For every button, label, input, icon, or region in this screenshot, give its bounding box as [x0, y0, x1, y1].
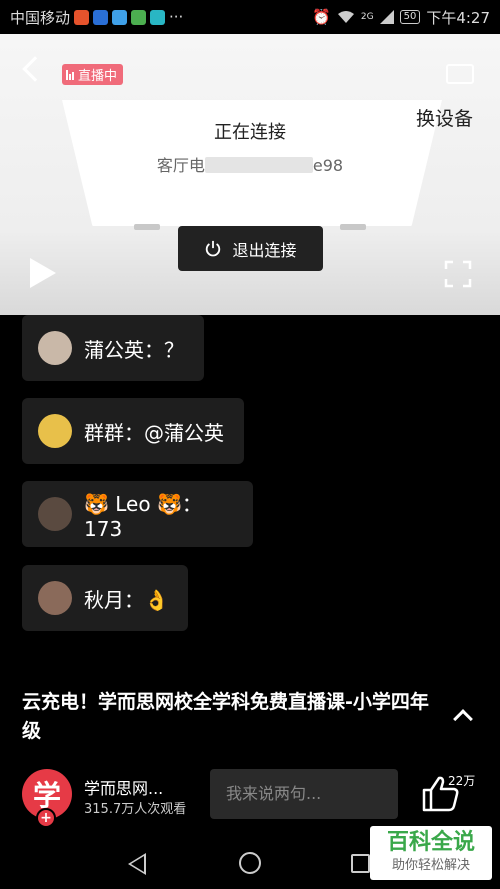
comment-item: 🐯 Leo 🐯：173 [22, 481, 253, 547]
chevron-up-icon[interactable] [453, 709, 473, 729]
live-bars-icon [66, 69, 74, 80]
wifi-icon [337, 11, 354, 23]
clock-label: 下午4:27 [426, 8, 490, 27]
more-notifications-icon: ··· [169, 8, 184, 26]
like-count: 22万 [448, 774, 476, 788]
disconnect-button[interactable]: 退出连接 [178, 226, 323, 271]
tv-device-name: 客厅电 e98 [0, 152, 500, 176]
carrier-label: 中国移动 [10, 8, 71, 27]
comment-input[interactable]: 我来说两句... [210, 769, 398, 819]
app-icon [112, 9, 128, 25]
comment-item: 秋月：👌 [22, 565, 188, 631]
tv-stand-right [340, 224, 366, 230]
live-badge-label: 直播中 [78, 69, 118, 84]
comment-item: 群群：@蒲公英 [22, 398, 244, 464]
nav-recent-apps-icon[interactable] [351, 854, 370, 873]
comment-text: 秋月：👌 [84, 587, 169, 612]
nav-back-icon-inner [131, 856, 144, 872]
watermark: 百科全说 助你轻松解决 [370, 826, 492, 880]
video-title: 云充电！学而思网校全学科免费直播课-小学四年级 [22, 691, 429, 742]
status-bar: 中国移动 ··· ⏰ 2G 50 下午4:27 [0, 0, 500, 34]
comment-text: 蒲公英：？ [84, 337, 184, 362]
tv-stand-left [134, 224, 160, 230]
power-icon [206, 240, 221, 256]
back-icon[interactable] [22, 56, 48, 82]
channel-name[interactable]: 学而思网... [84, 775, 163, 799]
weibo-icon [74, 9, 90, 25]
view-count: 315.7万人次观看 [84, 802, 187, 817]
browser-icon [150, 9, 166, 25]
nav-home-icon[interactable] [239, 852, 261, 874]
play-icon[interactable] [30, 258, 56, 288]
blurred-device-id [204, 157, 313, 173]
follow-button[interactable]: + [36, 808, 56, 828]
live-badge: 直播中 [62, 64, 124, 85]
comment-text: 群群：@蒲公英 [84, 420, 224, 445]
cast-tv-icon[interactable] [446, 64, 474, 84]
comment-item: 蒲公英：？ [22, 315, 204, 381]
avatar [38, 414, 72, 448]
play-store-icon [131, 9, 147, 25]
connection-status: 正在连接 [214, 122, 286, 143]
avatar [38, 497, 72, 531]
tv-name-prefix: 客厅电 [156, 156, 205, 175]
fullscreen-icon[interactable] [444, 260, 472, 288]
disconnect-label: 退出连接 [232, 240, 297, 260]
alarm-icon: ⏰ [312, 8, 331, 26]
avatar [38, 581, 72, 615]
video-player[interactable]: 直播中 换设备 正在连接 客厅电 e98 退出连接 [0, 34, 500, 315]
avatar [38, 331, 72, 365]
signal-icon [379, 10, 394, 24]
tv-name-suffix: e98 [312, 156, 344, 175]
watermark-sub: 助你轻松解决 [391, 858, 470, 873]
comment-text: 🐯 Leo 🐯：173 [84, 491, 202, 541]
battery-icon: 50 [399, 10, 421, 24]
network-type-label: 2G [360, 12, 374, 22]
shield-icon [93, 9, 109, 25]
watermark-main: 百科全说 [386, 830, 475, 855]
